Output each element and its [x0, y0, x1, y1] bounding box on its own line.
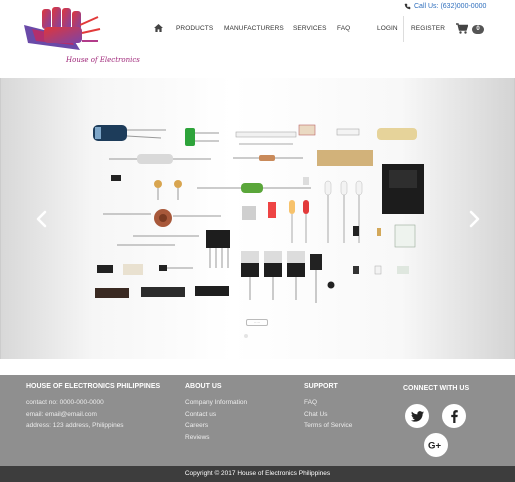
google-plus-glyph: G+	[428, 440, 441, 450]
footer-support-column: SUPPORT FAQ Chat Us Terms of Service	[304, 383, 352, 432]
footer-link-faq[interactable]: FAQ	[304, 397, 352, 409]
footer-contact-number: contact no: 0000-000-0000	[26, 399, 104, 406]
footer-link-contact-us[interactable]: Contact us	[185, 409, 247, 421]
twitter-bird-glyph	[410, 410, 424, 422]
site-header: House of Electronics Call Us: (632)000-0…	[0, 0, 515, 78]
phone-icon	[404, 3, 411, 10]
footer-about-column: ABOUT US Company Information Contact us …	[185, 383, 247, 443]
hero-slider: ·····	[0, 78, 515, 359]
footer-support-heading: SUPPORT	[304, 383, 338, 390]
logo-text: House of Electronics	[66, 56, 140, 64]
google-plus-icon[interactable]: G+	[424, 433, 448, 457]
footer-link-careers[interactable]: Careers	[185, 420, 247, 432]
call-us-link[interactable]: Call Us: (632)000-0000	[404, 3, 486, 10]
nav-register[interactable]: REGISTER	[411, 25, 445, 32]
call-us-text: Call Us: (632)000-0000	[414, 3, 487, 10]
nav-manufacturers[interactable]: MANUFACTURERS	[224, 25, 284, 32]
cart-icon[interactable]	[456, 23, 468, 34]
footer-company-column: HOUSE OF ELECTRONICS PHILIPPINES contact…	[26, 383, 160, 432]
footer-about-heading: ABOUT US	[185, 383, 222, 390]
svg-text:G+: G+	[428, 440, 441, 450]
main-nav: PRODUCTS MANUFACTURERS SERVICES FAQ LOGI…	[0, 25, 515, 35]
footer-link-terms-of-service[interactable]: Terms of Service	[304, 420, 352, 432]
facebook-f-glyph	[450, 409, 458, 423]
slider-next-arrow-icon[interactable]	[467, 210, 481, 228]
footer-connect-heading: CONNECT WITH US	[403, 385, 470, 392]
footer-connect-column: CONNECT WITH US	[403, 385, 469, 399]
slide-indicator[interactable]: ·····	[246, 319, 268, 326]
nav-products[interactable]: PRODUCTS	[176, 25, 213, 32]
slider-prev-arrow-icon[interactable]	[35, 210, 49, 228]
copyright-bar: Copyright © 2017 House of Electronics Ph…	[0, 466, 515, 482]
footer-link-chat-us[interactable]: Chat Us	[304, 409, 352, 421]
footer-link-company-information[interactable]: Company Information	[185, 397, 247, 409]
cart-count-badge: 0	[472, 25, 484, 34]
nav-login[interactable]: LOGIN	[377, 25, 398, 32]
footer-link-reviews[interactable]: Reviews	[185, 432, 247, 444]
electronic-components-image	[93, 124, 424, 303]
facebook-icon[interactable]	[442, 404, 466, 428]
footer-company-heading: HOUSE OF ELECTRONICS PHILIPPINES	[26, 383, 161, 390]
site-logo[interactable]: House of Electronics	[22, 5, 140, 65]
nav-faq[interactable]: FAQ	[337, 25, 350, 32]
nav-divider	[403, 16, 404, 42]
nav-services[interactable]: SERVICES	[293, 25, 327, 32]
footer-email: email: email@email.com	[26, 410, 97, 418]
twitter-icon[interactable]	[405, 404, 429, 428]
site-footer: HOUSE OF ELECTRONICS PHILIPPINES contact…	[0, 375, 515, 466]
slider-dot[interactable]	[244, 334, 248, 338]
footer-address: address: 123 address, Philippines	[26, 422, 124, 429]
